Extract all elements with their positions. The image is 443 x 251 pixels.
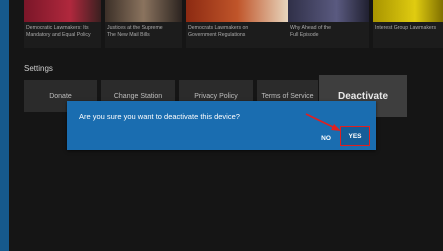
thumbnail-image bbox=[24, 0, 101, 22]
settings-heading: Settings bbox=[24, 64, 53, 73]
thumbnail-caption: Democrats Lawmakers on Government Regula… bbox=[188, 25, 249, 38]
content-thumbnail[interactable]: Interest Group Lawmakers bbox=[373, 0, 443, 48]
thumbnail-image bbox=[105, 0, 182, 22]
content-thumbnail[interactable]: Justices at the Supreme The New Mail Bil… bbox=[105, 0, 182, 48]
thumbnail-image bbox=[288, 0, 369, 22]
thumbnail-caption: Why Ahead of the Full Episode bbox=[290, 25, 331, 38]
thumbnail-image bbox=[373, 0, 443, 22]
confirm-dialog: Are you sure you want to deactivate this… bbox=[67, 101, 376, 150]
thumbnail-caption: Justices at the Supreme The New Mail Bil… bbox=[107, 25, 163, 38]
no-button[interactable]: NO bbox=[315, 132, 337, 145]
thumbnail-image bbox=[186, 0, 289, 22]
left-accent-bar bbox=[0, 0, 9, 251]
yes-button[interactable]: YES bbox=[340, 126, 370, 146]
content-thumbnail-row: Democratic Lawmakers: Its Mandatory and … bbox=[24, 0, 443, 48]
content-thumbnail[interactable]: Why Ahead of the Full Episode bbox=[288, 0, 369, 48]
content-thumbnail[interactable]: Democrats Lawmakers on Government Regula… bbox=[186, 0, 289, 48]
dialog-message: Are you sure you want to deactivate this… bbox=[79, 112, 240, 121]
content-thumbnail[interactable]: Democratic Lawmakers: Its Mandatory and … bbox=[24, 0, 101, 48]
thumbnail-caption: Democratic Lawmakers: Its Mandatory and … bbox=[26, 25, 91, 38]
thumbnail-caption: Interest Group Lawmakers bbox=[375, 25, 437, 31]
